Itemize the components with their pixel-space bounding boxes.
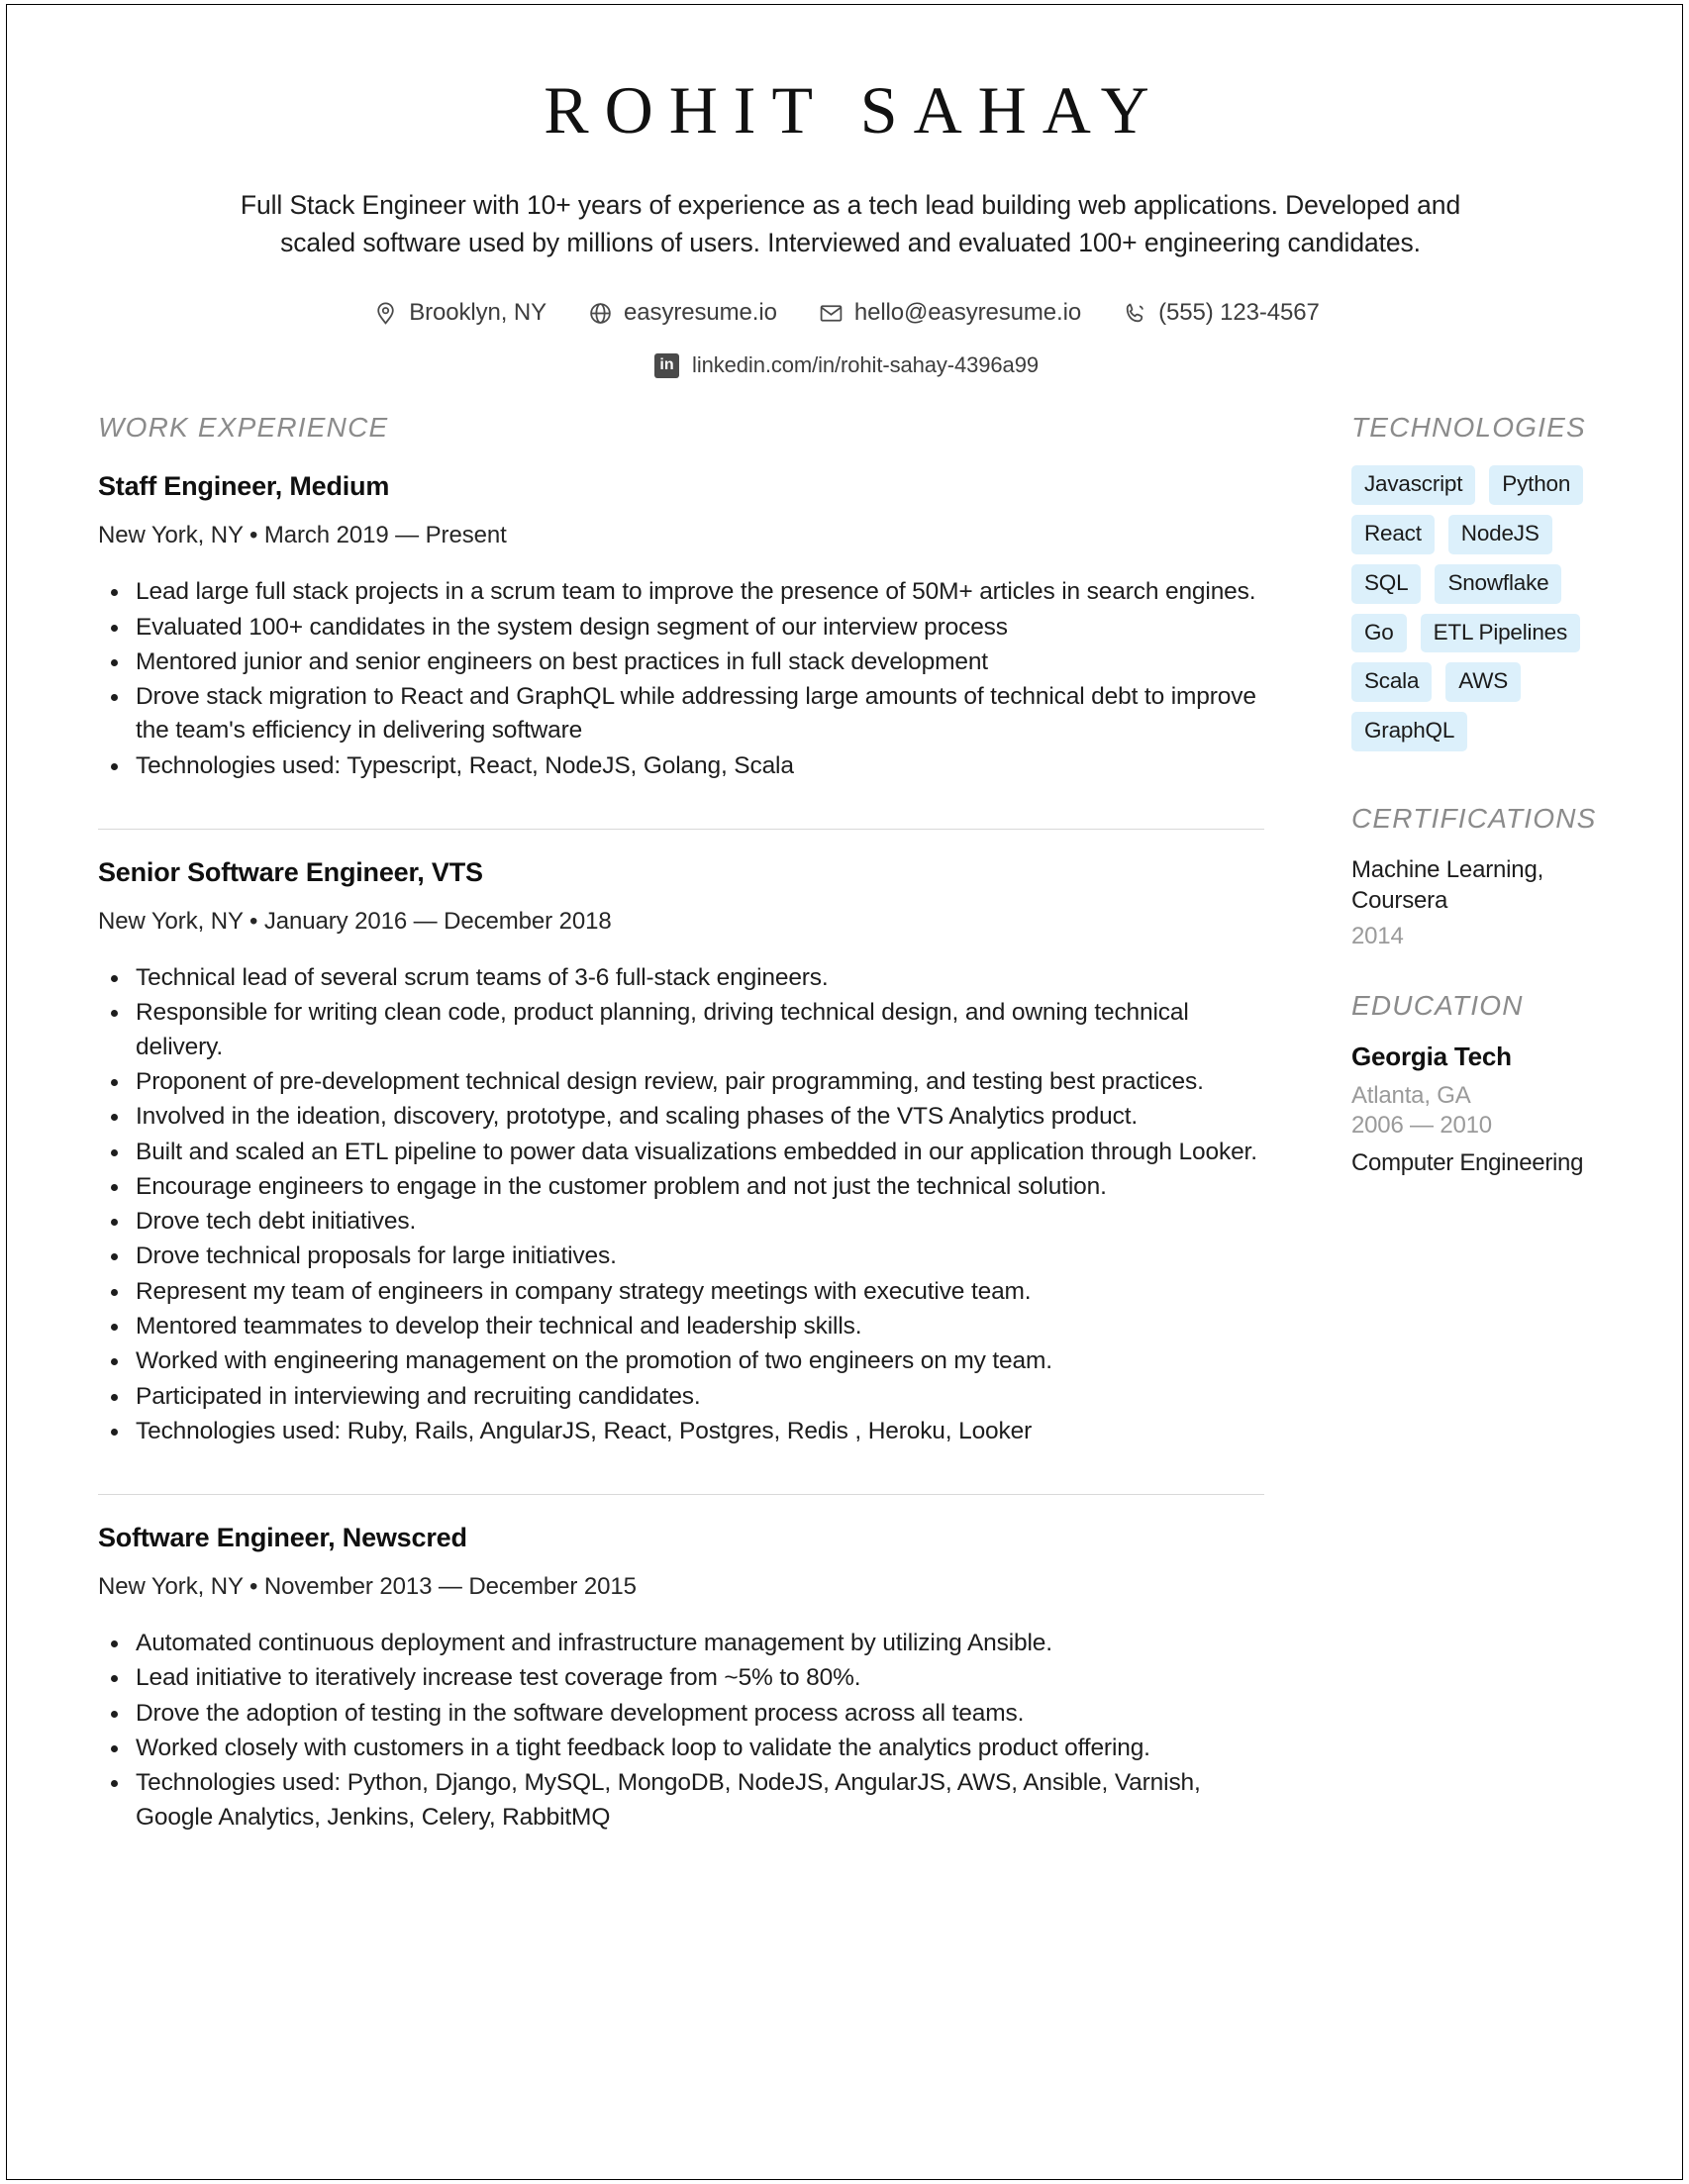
technology-tag: Snowflake	[1435, 563, 1562, 604]
body-columns: WORK EXPERIENCE Staff Engineer, Medium N…	[98, 412, 1595, 1836]
contact-website-text: easyresume.io	[624, 299, 777, 327]
list-item: Lead initiative to iteratively increase …	[98, 1661, 1266, 1695]
list-item: Worked with engineering management on th…	[98, 1344, 1266, 1378]
globe-icon	[588, 301, 613, 326]
list-item: Encourage engineers to engage in the cus…	[98, 1170, 1266, 1204]
education-section: EDUCATION Georgia Tech Atlanta, GA 2006 …	[1351, 990, 1593, 1177]
page-title: ROHIT SAHAY	[544, 72, 1165, 148]
technology-tag: ETL Pipelines	[1420, 613, 1581, 653]
list-item: Involved in the ideation, discovery, pro…	[98, 1100, 1266, 1134]
list-item: Represent my team of engineers in compan…	[98, 1275, 1266, 1309]
linkedin-icon: in	[654, 352, 680, 378]
contact-website[interactable]: easyresume.io	[588, 299, 777, 327]
envelope-icon	[819, 301, 844, 326]
main-column: WORK EXPERIENCE Staff Engineer, Medium N…	[98, 412, 1266, 1836]
job-meta: New York, NY • March 2019 — Present	[98, 522, 507, 549]
technologies-tag-list: Javascript Python React NodeJS SQL Snowf…	[1351, 465, 1597, 751]
job-bullets: Lead large full stack projects in a scru…	[98, 549, 1266, 783]
technology-tag: Python	[1489, 465, 1584, 505]
technology-tag: Javascript	[1351, 465, 1476, 505]
list-item: Drove the adoption of testing in the sof…	[98, 1697, 1266, 1731]
list-item: Technologies used: Typescript, React, No…	[98, 749, 1266, 783]
certification-year: 2014	[1351, 923, 1404, 950]
job-entry: Senior Software Engineer, VTS New York, …	[98, 830, 1266, 1448]
job-meta: New York, NY • January 2016 — December 2…	[98, 908, 612, 936]
technology-tag: SQL	[1351, 563, 1422, 604]
list-item: Mentored junior and senior engineers on …	[98, 645, 1266, 679]
contact-row: Brooklyn, NY easyresume.io hello@easyres…	[98, 299, 1595, 327]
job-bullets: Technical lead of several scrum teams of…	[98, 936, 1266, 1448]
contact-email[interactable]: hello@easyresume.io	[819, 299, 1081, 327]
location-pin-icon	[373, 301, 398, 326]
job-entry: Software Engineer, Newscred New York, NY…	[98, 1495, 1266, 1835]
job-title: Senior Software Engineer, VTS	[98, 857, 483, 888]
list-item: Responsible for writing clean code, prod…	[98, 996, 1266, 1064]
contact-phone[interactable]: (555) 123-4567	[1123, 299, 1320, 327]
professional-summary: Full Stack Engineer with 10+ years of ex…	[240, 190, 1461, 257]
job-bullets: Automated continuous deployment and infr…	[98, 1601, 1266, 1835]
list-item: Technical lead of several scrum teams of…	[98, 961, 1266, 995]
technology-tag: GraphQL	[1351, 712, 1468, 751]
list-item: Technologies used: Ruby, Rails, AngularJ…	[98, 1415, 1266, 1448]
list-item: Participated in interviewing and recruit…	[98, 1380, 1266, 1414]
technology-tag: Scala	[1351, 662, 1433, 702]
education-location: Atlanta, GA	[1351, 1082, 1471, 1110]
list-item: Proponent of pre-development technical d…	[98, 1065, 1266, 1099]
list-item: Drove tech debt initiatives.	[98, 1205, 1266, 1239]
list-item: Drove stack migration to React and Graph…	[98, 680, 1266, 748]
list-item: Mentored teammates to develop their tech…	[98, 1310, 1266, 1343]
certification-name: Machine Learning, Coursera	[1351, 855, 1544, 915]
list-item: Worked closely with customers in a tight…	[98, 1732, 1266, 1765]
list-item: Lead large full stack projects in a scru…	[98, 575, 1266, 609]
section-heading-education: EDUCATION	[1351, 990, 1524, 1022]
technology-tag: React	[1351, 515, 1435, 554]
contact-location[interactable]: Brooklyn, NY	[373, 299, 546, 327]
job-title: Staff Engineer, Medium	[98, 471, 390, 502]
job-meta: New York, NY • November 2013 — December …	[98, 1573, 637, 1601]
list-item: Built and scaled an ETL pipeline to powe…	[98, 1136, 1266, 1169]
phone-icon	[1123, 301, 1147, 326]
certifications-section: CERTIFICATIONS Machine Learning, Courser…	[1351, 802, 1597, 950]
education-school: Georgia Tech	[1351, 1042, 1512, 1072]
sidebar-column: TECHNOLOGIES Javascript Python React Nod…	[1266, 412, 1597, 1177]
list-item: Automated continuous deployment and infr…	[98, 1627, 1266, 1660]
contact-email-text: hello@easyresume.io	[853, 299, 1082, 327]
section-heading-work-experience: WORK EXPERIENCE	[98, 412, 389, 444]
education-degree: Computer Engineering	[1351, 1149, 1584, 1177]
list-item: Technologies used: Python, Django, MySQL…	[98, 1766, 1266, 1835]
section-heading-certifications: CERTIFICATIONS	[1351, 802, 1597, 834]
contact-location-text: Brooklyn, NY	[409, 299, 547, 327]
technology-tag: NodeJS	[1447, 515, 1552, 554]
resume-page: ROHIT SAHAY Full Stack Engineer with 10+…	[6, 4, 1683, 2180]
technology-tag: AWS	[1445, 662, 1522, 702]
job-title: Software Engineer, Newscred	[98, 1523, 467, 1553]
linkedin-row[interactable]: in linkedin.com/in/rohit-sahay-4396a99	[98, 352, 1595, 378]
linkedin-url-text: linkedin.com/in/rohit-sahay-4396a99	[692, 352, 1039, 378]
list-item: Drove technical proposals for large init…	[98, 1240, 1266, 1273]
technology-tag: Go	[1351, 613, 1407, 653]
list-item: Evaluated 100+ candidates in the system …	[98, 611, 1266, 645]
section-heading-technologies: TECHNOLOGIES	[1351, 412, 1586, 444]
job-entry: Staff Engineer, Medium New York, NY • Ma…	[98, 444, 1266, 783]
contact-phone-text: (555) 123-4567	[1158, 299, 1320, 327]
education-years: 2006 — 2010	[1351, 1112, 1492, 1140]
